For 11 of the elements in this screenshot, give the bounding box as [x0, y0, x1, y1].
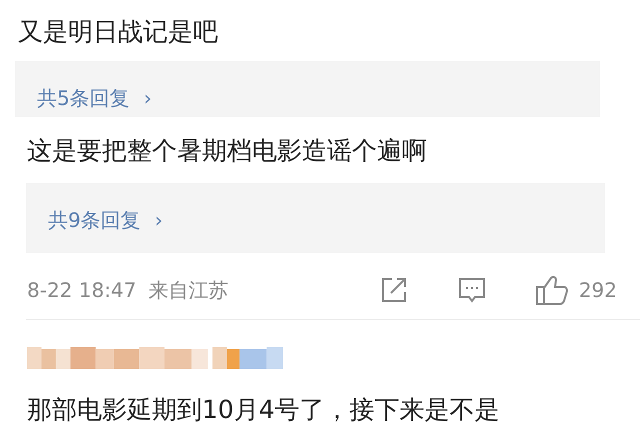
- view-replies-link[interactable]: 共9条回复 ›: [48, 206, 163, 234]
- comment-time: 8-22 18:47: [27, 278, 136, 302]
- thumbs-up-icon: [534, 274, 569, 306]
- view-replies-link[interactable]: 共5条回复 ›: [37, 84, 152, 112]
- comment-text: 又是明日战记是吧: [18, 16, 219, 48]
- comment-icon: [456, 275, 487, 305]
- like-button[interactable]: 292: [534, 274, 617, 306]
- comment-text: 那部电影延期到10月4号了，接下来是不是: [27, 394, 501, 426]
- comment-location: 来自江苏: [148, 276, 228, 304]
- comment-text: 这是要把整个暑期档电影造谣个遍啊: [27, 135, 428, 167]
- comment-button[interactable]: [456, 275, 487, 305]
